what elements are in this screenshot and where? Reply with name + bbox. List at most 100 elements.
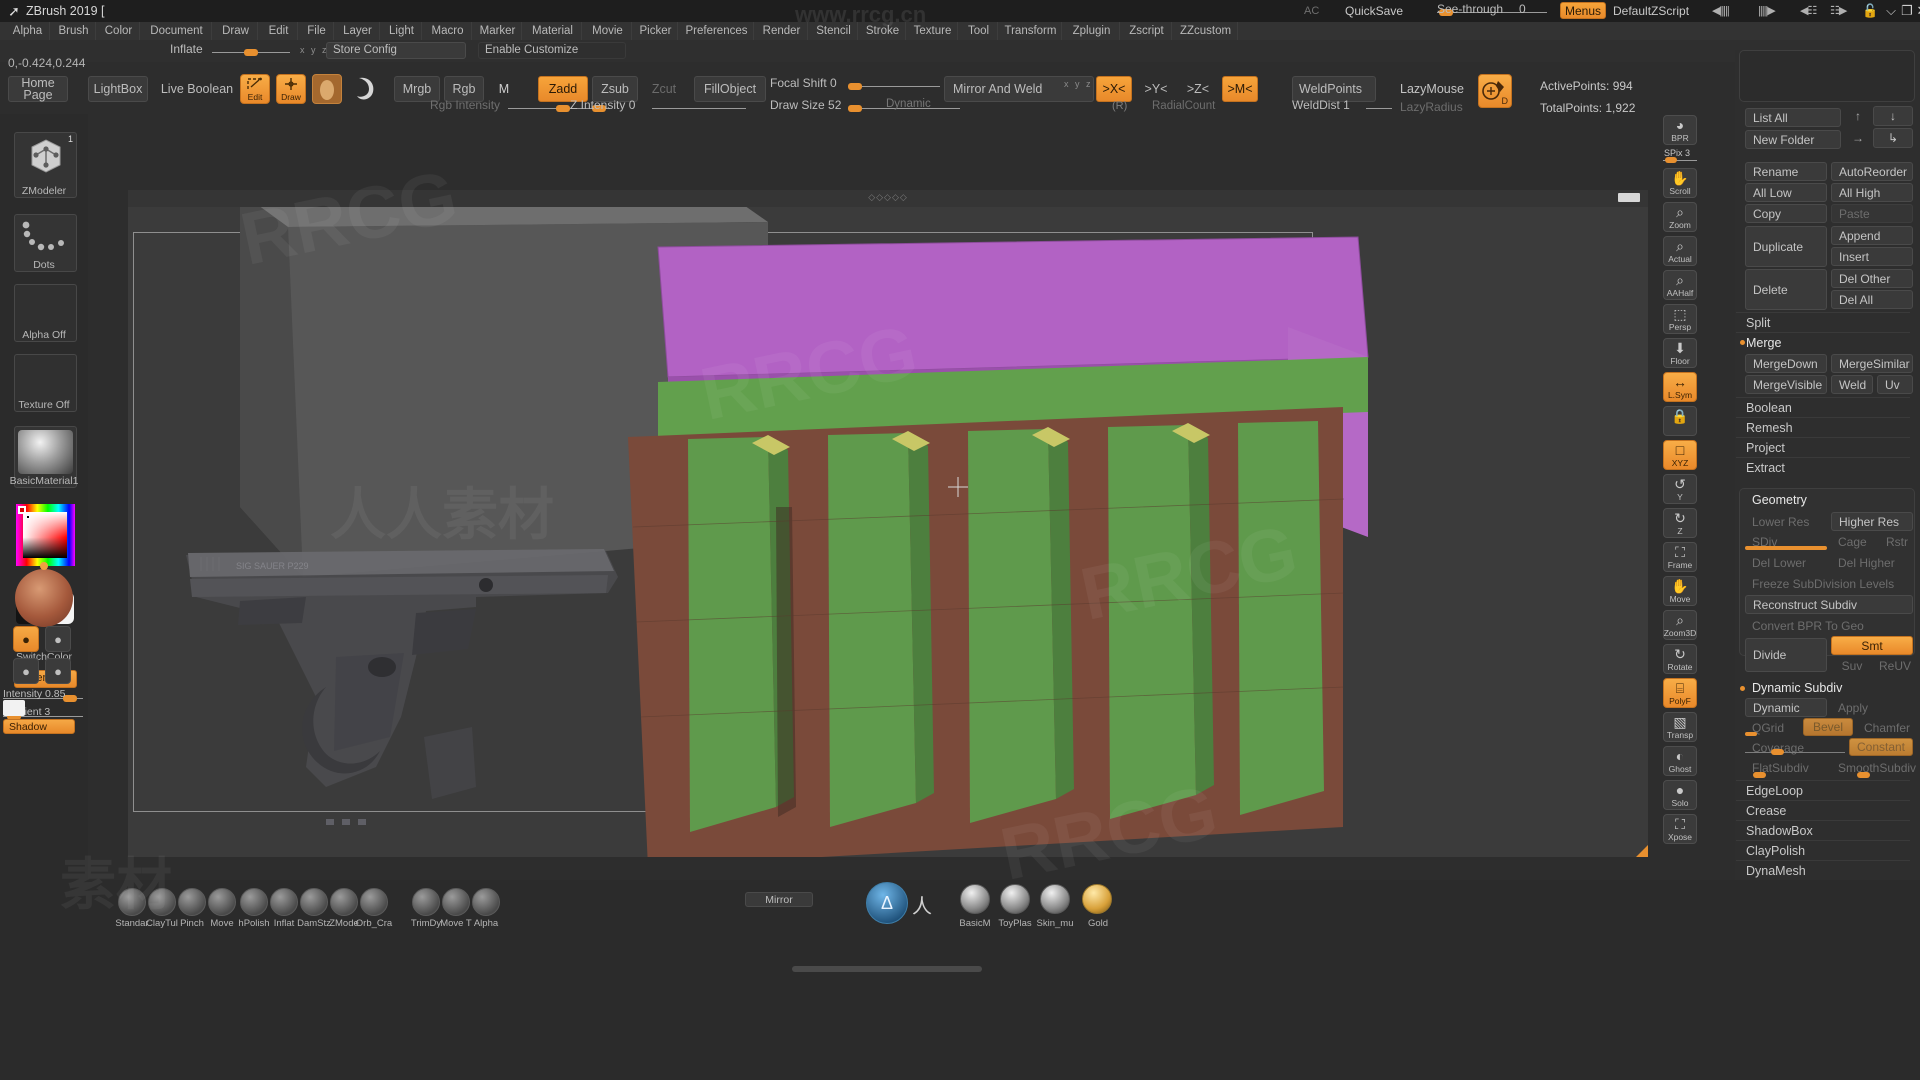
mergevisible-button[interactable]: MergeVisible [1745,375,1827,394]
menu-item-light[interactable]: Light [382,22,422,40]
stroke-trimdy[interactable] [412,888,440,916]
panel-row-edgeloop[interactable]: EdgeLoop [1736,780,1910,800]
minimize-icon[interactable]: ⌵ [1883,3,1899,19]
draw-size-slider[interactable]: Draw Size 52 [770,98,960,112]
flatsubdiv-knob[interactable] [1753,772,1766,778]
horizontal-scrollbar[interactable] [792,966,982,972]
cage-button[interactable]: Cage [1831,533,1877,550]
menu-item-zplugin[interactable]: Zplugin [1064,22,1120,40]
move-right-button[interactable]: → [1847,128,1869,148]
menu-item-stencil[interactable]: Stencil [810,22,858,40]
axis-z-button[interactable]: >Z< [1180,76,1216,102]
radial-count-label[interactable]: RadialCount [1152,100,1215,112]
focal-shift-slider[interactable]: Focal Shift 0 [770,76,940,90]
document-handle-icon[interactable]: ◇◇◇◇◇ [868,192,908,203]
menus-button[interactable]: Menus [1560,2,1606,19]
default-zscript-label[interactable]: DefaultZScript [1613,4,1689,18]
light-toggle-1-icon[interactable]: ● [13,626,39,652]
menu-item-preferences[interactable]: Preferences [680,22,754,40]
coverage-knob[interactable] [1771,749,1784,755]
brush-move[interactable] [208,888,236,916]
panel-row-project[interactable]: Project [1736,437,1910,457]
reconstruct-subdiv-button[interactable]: Reconstruct Subdiv [1745,595,1913,614]
freeze-subdiv-button[interactable]: Freeze SubDivision Levels [1745,574,1913,593]
material-gold[interactable] [1082,884,1112,914]
stroke-alpha[interactable] [472,888,500,916]
autoreorder-button[interactable]: AutoReorder [1831,162,1913,181]
insert-button[interactable]: Insert [1831,247,1913,266]
menu-item-alpha[interactable]: Alpha [6,22,50,40]
unlock-icon[interactable]: 🔓 [1862,3,1878,19]
chamfer-button[interactable]: Chamfer [1857,719,1913,736]
panel-row-split[interactable]: Split [1736,312,1910,332]
menu-item-color[interactable]: Color [98,22,140,40]
axis-y-button[interactable]: >Y< [1138,76,1174,102]
icon-shelf-zoom3d-icon[interactable]: ⌕ Zoom3D [1663,610,1697,640]
move-down-button[interactable]: ↓ [1873,106,1913,126]
apply-button[interactable]: Apply [1831,698,1913,717]
move-up-button[interactable]: ↑ [1847,106,1869,126]
live-boolean-button[interactable]: Live Boolean [158,76,236,102]
copy-button[interactable]: Copy [1745,204,1827,223]
menu-item-draw[interactable]: Draw [214,22,258,40]
icon-shelf-rotate-icon[interactable]: ↻ Rotate [1663,644,1697,674]
brush-hpolish[interactable] [240,888,268,916]
stroke-move-t[interactable] [442,888,470,916]
smoothsubdiv-knob[interactable] [1857,772,1870,778]
menu-item-picker[interactable]: Picker [634,22,678,40]
coverage-slider[interactable]: Coverage [1745,739,1835,756]
subtool-scroll-area[interactable] [1739,50,1915,102]
store-config-button[interactable]: Store Config [326,42,466,59]
mirror-button[interactable]: Mirror [745,892,813,907]
weld-dist-slider[interactable]: WeldDist 1 [1292,98,1392,112]
menu-item-movie[interactable]: Movie [584,22,632,40]
icon-shelf-perspective-icon[interactable]: ⬚ Persp [1663,304,1697,334]
smt-button[interactable]: Smt [1831,636,1913,655]
panel-row-merge[interactable]: Merge [1736,332,1910,352]
duplicate-button[interactable]: Duplicate [1745,226,1827,267]
draw-mode-button[interactable]: Draw [276,74,306,104]
icon-shelf-bpr-render-icon[interactable]: ◕ BPR [1663,115,1697,145]
menu-item-zzcustom[interactable]: ZZcustom [1174,22,1238,40]
material-skin-mu[interactable] [1040,884,1070,914]
weld-button[interactable]: Weld [1831,375,1873,394]
brush-standar[interactable] [118,888,146,916]
ren-logo-icon[interactable]: Δ [866,882,908,924]
dynamic-subdiv-title[interactable]: Dynamic Subdiv [1736,678,1910,698]
restore-icon[interactable]: ❐ [1899,3,1915,19]
panel-row-claypolish[interactable]: ClayPolish [1736,840,1910,860]
lightbox-button[interactable]: LightBox [88,76,148,102]
icon-shelf-xyz-rotate-icon[interactable]: □ XYZ [1663,440,1697,470]
mergedown-button[interactable]: MergeDown [1745,354,1827,373]
brush-zmode[interactable] [330,888,358,916]
rename-button[interactable]: Rename [1745,162,1827,181]
lazy-mouse-toggle-icon[interactable]: D [1478,74,1512,108]
move-mode-button[interactable] [312,74,342,104]
new-folder-button[interactable]: New Folder [1745,130,1841,149]
menu-item-marker[interactable]: Marker [474,22,522,40]
lazy-mouse-button[interactable]: LazyMouse [1400,82,1464,96]
menu-item-texture[interactable]: Texture [908,22,958,40]
z-intensity-slider[interactable]: Z Intensity 0 [556,98,746,112]
shelf-left-arrows-icon[interactable]: ◀||||| [1712,4,1730,17]
paste-button[interactable]: Paste [1831,204,1913,223]
divide-button[interactable]: Divide [1745,638,1827,672]
icon-shelf-move-icon[interactable]: ✋ Move [1663,576,1697,606]
del-other-button[interactable]: Del Other [1831,269,1913,288]
material-preview-icon[interactable] [352,74,382,104]
menu-item-zscript[interactable]: Zscript [1122,22,1172,40]
higher-res-button[interactable]: Higher Res [1831,512,1913,531]
reuv-button[interactable]: ReUV [1877,657,1913,674]
menu-item-macro[interactable]: Macro [424,22,472,40]
brush-inflat[interactable] [270,888,298,916]
icon-shelf-local-symmetry-icon[interactable]: ↔ L.Sym [1663,372,1697,402]
close-icon[interactable]: ✕ [1914,3,1920,19]
menu-item-document[interactable]: Document [142,22,212,40]
panel-row-boolean[interactable]: Boolean [1736,397,1910,417]
icon-shelf-solo-icon[interactable]: ● Solo [1663,780,1697,810]
panel-row-shadowbox[interactable]: ShadowBox [1736,820,1910,840]
all-low-button[interactable]: All Low [1745,183,1827,202]
enter-folder-button[interactable]: ↳ [1873,128,1913,148]
menu-item-tool[interactable]: Tool [960,22,998,40]
icon-shelf-rotate-z-icon[interactable]: ↻ Z [1663,508,1697,538]
